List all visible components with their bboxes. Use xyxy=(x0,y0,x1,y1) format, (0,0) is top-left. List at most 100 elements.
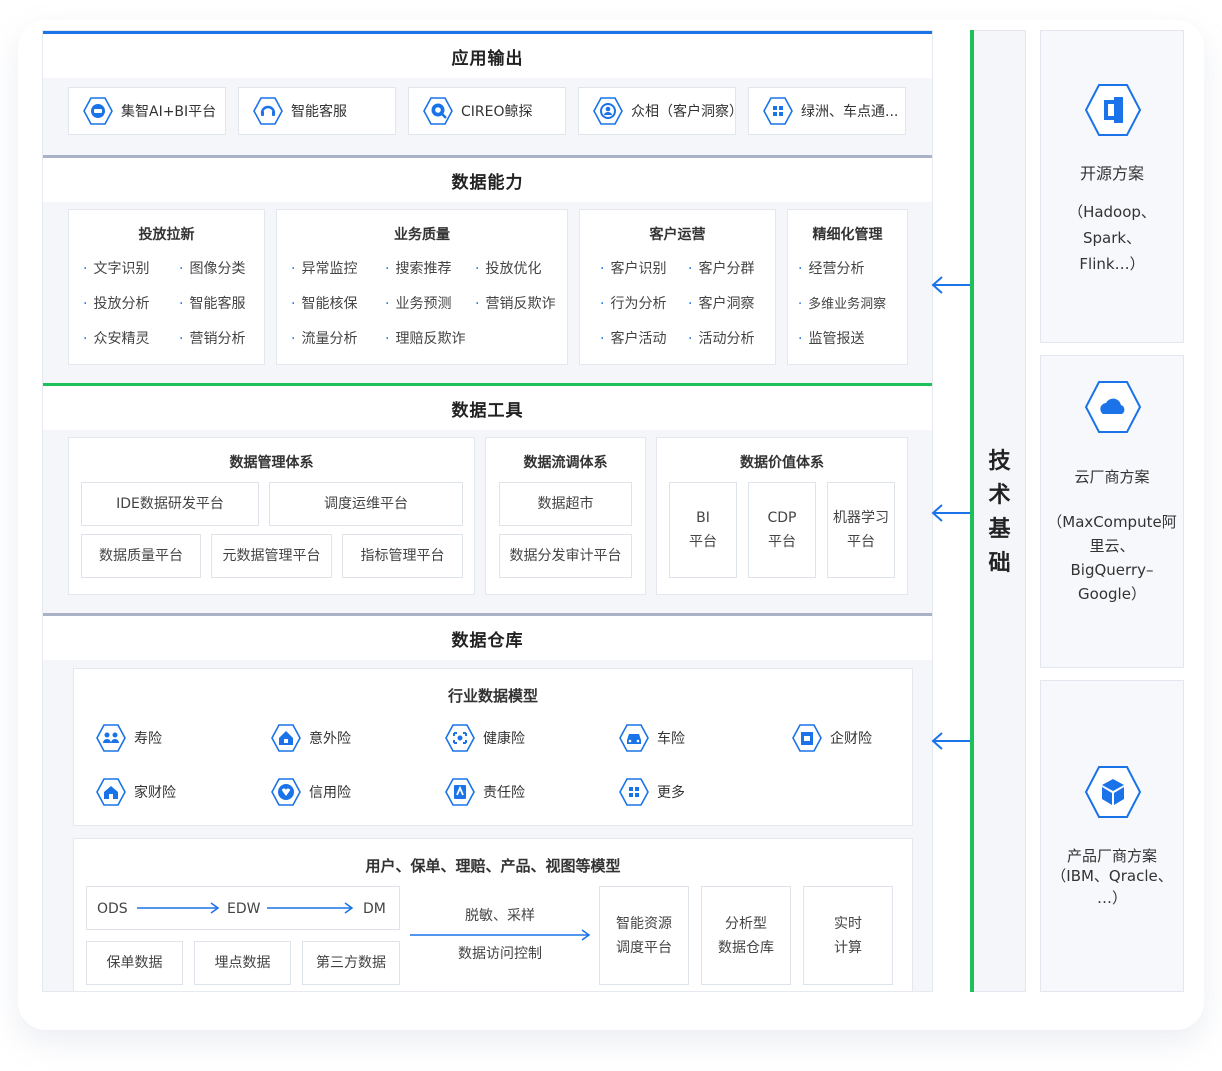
app-item-label: 众相（客户洞察） xyxy=(631,104,736,120)
capability-item: · 理赔反欺诈 xyxy=(385,331,466,347)
capability-item: · 客户洞察 xyxy=(688,296,755,312)
process-access-label: 数据访问控制 xyxy=(458,946,542,962)
industry-item-more[interactable]: 更多 xyxy=(619,777,685,807)
tech-base-arrow xyxy=(931,732,970,750)
industry-item-property[interactable]: 家财险 xyxy=(96,777,176,807)
capability-item: · 智能核保 xyxy=(291,296,358,312)
capability-item: · 行为分析 xyxy=(600,296,667,312)
home-alert-icon xyxy=(271,723,301,753)
tool-ide-platform[interactable]: IDE数据研发平台 xyxy=(81,482,259,526)
building-icon xyxy=(792,723,822,753)
source-tracking-data[interactable]: 埋点数据 xyxy=(194,941,291,985)
tool-quality-platform[interactable]: 数据质量平台 xyxy=(81,534,201,578)
capability-item: · 投放分析 xyxy=(83,296,150,312)
industry-item-credit[interactable]: 信用险 xyxy=(271,777,351,807)
capability-item: · 监管报送 xyxy=(798,331,865,347)
capability-item: · 流量分析 xyxy=(291,331,358,347)
capability-item: · 投放优化 xyxy=(475,261,542,277)
capability-item: · 营销反欺诈 xyxy=(475,296,556,312)
solution-title: 云厂商方案 xyxy=(1074,468,1150,486)
solution-product-vendor: 产品厂商方案 （IBM、Qracle、 …） xyxy=(1040,680,1184,992)
health-icon xyxy=(445,723,475,753)
process-arrow xyxy=(410,929,591,941)
flow-arrow xyxy=(137,902,220,914)
capability-item: · 客户识别 xyxy=(600,261,667,277)
capability-item: · 异常监控 xyxy=(291,261,358,277)
app-item-label: 绿洲、车点通... xyxy=(801,104,899,120)
capability-group-acquisition: 投放拉新 · 文字识别 · 图像分类 · 投放分析 · 智能客服 · 众安精灵 · 营销分析 xyxy=(68,209,265,365)
tool-metadata-platform[interactable]: 元数据管理平台 xyxy=(211,534,332,578)
tool-bi-platform[interactable]: BI 平台 xyxy=(669,482,737,578)
capability-item: · 业务预测 xyxy=(385,296,452,312)
tool-metrics-platform[interactable]: 指标管理平台 xyxy=(342,534,463,578)
capability-item: · 智能客服 xyxy=(179,296,246,312)
capability-item: · 图像分类 xyxy=(179,261,246,277)
app-item-label: 集智AI+BI平台 xyxy=(121,104,217,120)
process-masking-label: 脱敏、采样 xyxy=(465,908,535,924)
source-policy-data[interactable]: 保单数据 xyxy=(86,941,183,985)
industry-data-model: 行业数据模型 寿险 意外险 健康险 车险 企财险 家财险 信用险 责任险 更多 xyxy=(73,668,913,826)
app-item-more-apps[interactable]: 绿洲、车点通... xyxy=(748,87,906,135)
target-realtime-compute[interactable]: 实时 计算 xyxy=(803,886,893,985)
headset-icon xyxy=(253,96,283,126)
tool-cdp-platform[interactable]: CDP 平台 xyxy=(748,482,816,578)
document-icon xyxy=(445,777,475,807)
grid-icon xyxy=(763,96,793,126)
app-item-customer-service[interactable]: 智能客服 xyxy=(238,87,396,135)
industry-model-title: 行业数据模型 xyxy=(447,687,538,705)
capability-group-operation: 客户运营 · 客户识别 · 客户分群 · 行为分析 · 客户洞察 · 客户活动 · 活动分析 xyxy=(579,209,776,365)
capability-group-title: 客户运营 xyxy=(649,227,706,243)
data-warehouse-title: 数据仓库 xyxy=(43,616,932,660)
capability-group-quality: 业务质量 · 异常监控 · 搜索推荐 · 投放优化 · 智能核保 · 业务预测 · 营销反欺… xyxy=(276,209,568,365)
industry-item-life[interactable]: 寿险 xyxy=(96,723,162,753)
app-item-ai-bi[interactable]: 集智AI+BI平台 xyxy=(68,87,226,135)
tools-group-title: 数据管理体系 xyxy=(229,455,314,471)
source-third-party-data[interactable]: 第三方数据 xyxy=(302,941,400,985)
flow-dm: DM xyxy=(363,901,386,917)
car-icon xyxy=(619,723,649,753)
flow-edw: EDW xyxy=(227,901,261,917)
heart-icon xyxy=(271,777,301,807)
search-chat-icon xyxy=(423,96,453,126)
common-data-model: 用户、保单、理赔、产品、视图等模型 ODS EDW DM 保单数据 埋点数据 第… xyxy=(73,838,913,991)
app-item-cireo[interactable]: CIREO鲸探 xyxy=(408,87,566,135)
industry-item-car[interactable]: 车险 xyxy=(619,723,685,753)
solution-title: 开源方案 xyxy=(1079,164,1144,183)
industry-item-liability[interactable]: 责任险 xyxy=(445,777,525,807)
capability-item: · 客户分群 xyxy=(688,261,755,277)
architecture-main: 应用输出 集智AI+BI平台 智能客服 CIREO鲸探 众相（客户洞察） 绿洲、… xyxy=(42,30,933,992)
industry-item-enterprise[interactable]: 企财险 xyxy=(792,723,872,753)
tool-data-market[interactable]: 数据超市 xyxy=(499,482,632,526)
tool-ml-platform[interactable]: 机器学习 平台 xyxy=(827,482,895,578)
tech-base-column: 技 术 基 础 xyxy=(974,30,1026,992)
industry-item-accident[interactable]: 意外险 xyxy=(271,723,351,753)
tech-base-arrow xyxy=(931,504,970,522)
app-item-label: 智能客服 xyxy=(291,104,347,120)
data-tools-title: 数据工具 xyxy=(43,386,932,430)
tools-group-title: 数据价值体系 xyxy=(740,455,824,471)
house-icon xyxy=(96,777,126,807)
solution-detail: （MaxCompute阿 里云、 BigQuerry– Google） xyxy=(1047,513,1177,603)
capability-item: · 经营分析 xyxy=(798,261,865,277)
target-analytical-warehouse[interactable]: 分析型 数据仓库 xyxy=(701,886,791,985)
solution-detail: （IBM、Qracle、 …） xyxy=(1051,867,1173,907)
people-icon xyxy=(96,723,126,753)
tech-base-arrow xyxy=(931,276,970,294)
capability-group-title: 业务质量 xyxy=(394,227,450,243)
app-item-customer-insight[interactable]: 众相（客户洞察） xyxy=(578,87,736,135)
capability-item: · 多维业务洞察 xyxy=(798,297,887,312)
capability-item: · 搜索推荐 xyxy=(385,261,452,277)
ai-bi-icon xyxy=(83,96,113,126)
user-insight-icon xyxy=(593,96,623,126)
tools-group-title: 数据流调体系 xyxy=(523,455,608,471)
target-resource-scheduling[interactable]: 智能资源 调度平台 xyxy=(599,886,689,985)
tools-value-system: 数据价值体系 BI 平台 CDP 平台 机器学习 平台 xyxy=(656,437,908,595)
ods-edw-dm-flow: ODS EDW DM xyxy=(86,886,400,930)
solution-cloud-vendor: 云厂商方案 （MaxCompute阿 里云、 BigQuerry– Google… xyxy=(1040,355,1184,668)
tools-management-system: 数据管理体系 IDE数据研发平台 调度运维平台 数据质量平台 元数据管理平台 指… xyxy=(68,437,475,595)
tool-distribution-audit[interactable]: 数据分发审计平台 xyxy=(499,534,632,578)
industry-item-health[interactable]: 健康险 xyxy=(445,723,525,753)
tech-base-label: 技 术 基 础 xyxy=(988,449,1011,576)
open-source-icon xyxy=(1084,84,1142,136)
tool-scheduling-platform[interactable]: 调度运维平台 xyxy=(269,482,463,526)
